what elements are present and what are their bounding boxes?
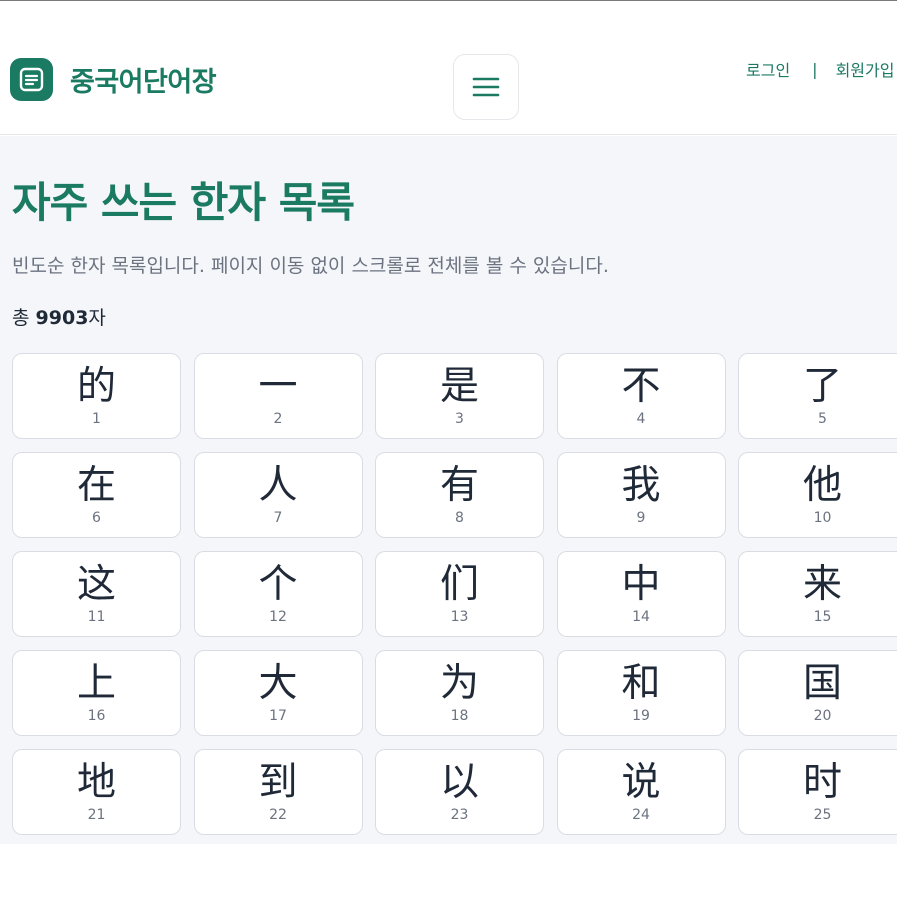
count-suffix: 자 [88,307,106,329]
character-card[interactable]: 上 16 [12,650,181,736]
document-lines-icon [10,58,53,101]
site-header: 중국어단어장 로그인 | 회원가입 [0,1,897,135]
character-glyph: 是 [439,364,479,409]
character-count: 총 9903자 [12,303,106,330]
character-card[interactable]: 不4 [556,353,726,439]
character-rank: 6 [92,510,101,526]
page-bottom-area [0,844,897,897]
character-rank: 23 [450,807,469,823]
character-rank: 20 [813,708,832,724]
character-card[interactable]: 来 15 [738,551,897,637]
character-card[interactable]: 了5 [738,353,897,439]
character-rank: 13 [450,609,469,625]
character-glyph: 不 [621,364,661,409]
character-rank: 21 [87,807,106,823]
character-rank: 18 [450,708,469,724]
character-rank: 9 [636,510,646,526]
character-glyph: 为 [439,661,479,706]
character-glyph: 们 [439,562,479,607]
character-card[interactable]: 他 10 [738,452,897,538]
character-glyph: 中 [621,562,661,607]
character-card[interactable]: 个 12 [193,551,363,637]
character-glyph: 上 [76,661,116,706]
character-card[interactable]: 到 22 [193,749,363,835]
character-glyph: 个 [258,562,298,607]
character-rank: 19 [632,708,650,724]
character-card[interactable]: 地 21 [12,749,181,835]
character-glyph: 说 [621,760,661,805]
signup-link[interactable]: 회원가입 [836,57,895,81]
character-card[interactable]: 大 17 [193,650,363,736]
character-card[interactable]: 中 14 [556,551,726,637]
character-glyph: 人 [258,463,298,508]
site-name: 중국어단어장 [70,67,217,98]
character-glyph: 一 [258,364,298,409]
login-link[interactable]: 로그인 [746,57,790,81]
character-rank: 1 [92,411,101,427]
hamburger-menu-icon [472,77,500,97]
character-card[interactable]: 在6 [12,452,181,538]
character-glyph: 有 [439,463,479,508]
page-title: 자주 쓰는 한자 목록 [12,178,355,227]
character-glyph: 地 [76,760,116,805]
character-rank: 2 [273,411,283,427]
character-glyph: 了 [802,364,842,409]
character-rank: 15 [813,609,832,625]
character-glyph: 来 [802,562,842,607]
character-rank: 10 [813,510,832,526]
character-rank: 12 [269,609,287,625]
character-card[interactable]: 们 13 [375,551,544,637]
character-glyph: 到 [258,760,298,805]
character-card[interactable]: 为 18 [375,650,544,736]
site-logo-link[interactable]: 중국어단어장 [10,58,217,101]
character-card[interactable]: 我9 [556,452,726,538]
count-value: 9903 [35,307,89,329]
character-glyph: 的 [76,364,116,409]
character-glyph: 这 [76,562,116,607]
character-card[interactable]: 这 11 [12,551,181,637]
character-glyph: 他 [802,463,842,508]
character-rank: 11 [87,609,106,625]
character-grid: 的1 一2 是3 不4 了5 在6 人7 有8 我9 他 10 这 11 个 12 们… [12,353,897,835]
auth-links: 로그인 | 회원가입 [746,57,894,81]
character-rank: 7 [273,510,283,526]
character-glyph: 在 [76,463,116,508]
character-rank: 17 [269,708,287,724]
character-glyph: 国 [802,661,842,706]
character-card[interactable]: 有8 [375,452,544,538]
character-rank: 5 [818,411,827,427]
character-rank: 8 [455,510,464,526]
character-card[interactable]: 的1 [12,353,181,439]
character-rank: 16 [87,708,106,724]
character-card[interactable]: 国 20 [738,650,897,736]
character-glyph: 时 [802,760,842,805]
character-rank: 22 [269,807,287,823]
main-content: 자주 쓰는 한자 목록 빈도순 한자 목록입니다. 페이지 이동 없이 스크롤로… [0,136,897,844]
character-glyph: 以 [439,760,479,805]
character-rank: 24 [632,807,650,823]
character-card[interactable]: 一2 [193,353,363,439]
character-rank: 3 [455,411,464,427]
character-card[interactable]: 时 25 [738,749,897,835]
character-glyph: 大 [258,661,298,706]
character-rank: 4 [636,411,646,427]
character-card[interactable]: 和 19 [556,650,726,736]
character-card[interactable]: 人7 [193,452,363,538]
character-glyph: 和 [621,661,661,706]
character-rank: 25 [813,807,832,823]
character-glyph: 我 [621,463,661,508]
page-description: 빈도순 한자 목록입니다. 페이지 이동 없이 스크롤로 전체를 볼 수 있습니… [12,255,609,277]
auth-separator: | [812,59,818,79]
character-card[interactable]: 说 24 [556,749,726,835]
character-card[interactable]: 是3 [375,353,544,439]
menu-button[interactable] [453,54,519,120]
character-card[interactable]: 以 23 [375,749,544,835]
count-prefix: 총 [12,307,36,329]
character-rank: 14 [632,609,650,625]
